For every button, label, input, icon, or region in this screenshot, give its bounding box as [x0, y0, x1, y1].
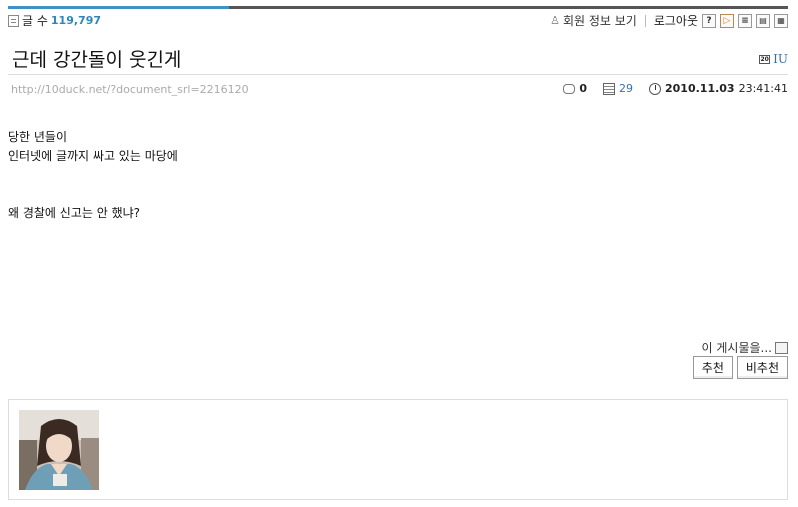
comment-icon: [563, 83, 576, 94]
read-count-icon: [603, 82, 615, 95]
progress-bar: [8, 6, 788, 9]
divider: [644, 14, 646, 27]
post-count-label: 글 수: [22, 14, 48, 28]
body-line: 당한 년들이: [8, 130, 68, 144]
header-tools: ♙ 회원 정보 보기 로그아웃 ? ▷ ≡ ▤ ▦: [550, 12, 788, 29]
post-url[interactable]: http://10duck.net/?document_srl=2216120: [11, 83, 249, 96]
author-link[interactable]: 20 IU: [759, 52, 788, 66]
member-info-link[interactable]: ♙ 회원 정보 보기: [550, 12, 637, 29]
post-meta: 0 29 2010.11.03 23:41:41: [563, 82, 788, 95]
read-count: 29: [619, 82, 633, 95]
body-line: 왜 경찰에 신고는 안 했냐?: [8, 206, 141, 220]
gallery-view-icon[interactable]: ▦: [774, 13, 788, 28]
title-divider: [8, 74, 788, 75]
post-time: 23:41:41: [738, 82, 788, 95]
not-recommend-button[interactable]: 비추천: [736, 356, 788, 379]
post-title: 근데 강간돌이 웃긴게: [12, 49, 182, 71]
clock-icon: [649, 82, 661, 95]
avatar-image: [19, 410, 99, 490]
author-name: IU: [773, 52, 788, 66]
logout-link[interactable]: 로그아웃: [654, 12, 698, 29]
post-body: 당한 년들이 인터넷에 글까지 싸고 있는 마당에 왜 경찰에 신고는 안 했냐…: [8, 128, 178, 223]
help-icon[interactable]: ?: [702, 13, 716, 28]
play-icon[interactable]: ▷: [720, 13, 734, 28]
level-badge-icon: 20: [759, 54, 771, 64]
vote-buttons: 추천 비추천: [692, 356, 788, 379]
document-icon: [8, 14, 19, 27]
post-count-value: 119,797: [50, 14, 102, 27]
share-label: 이 게시물을...: [701, 341, 772, 355]
printer-icon: [775, 341, 788, 354]
list-view-icon[interactable]: ≡: [738, 13, 752, 28]
board-header: 글 수 119,797 ♙ 회원 정보 보기 로그아웃 ? ▷ ≡ ▤ ▦: [8, 12, 788, 28]
comment-count: 0: [579, 82, 587, 95]
share-menu[interactable]: 이 게시물을...: [702, 339, 788, 356]
post-count: 글 수 119,797: [8, 12, 101, 29]
avatar: [19, 410, 99, 490]
signature-box: [8, 399, 788, 500]
body-line: 인터넷에 글까지 싸고 있는 마당에: [8, 149, 178, 163]
recommend-button[interactable]: 추천: [692, 356, 733, 379]
member-info-label: 회원 정보 보기: [562, 14, 637, 28]
webzine-view-icon[interactable]: ▤: [756, 13, 770, 28]
progress-bar-accent: [8, 6, 229, 9]
person-icon: ♙: [550, 14, 560, 27]
post-date: 2010.11.03: [665, 82, 735, 95]
